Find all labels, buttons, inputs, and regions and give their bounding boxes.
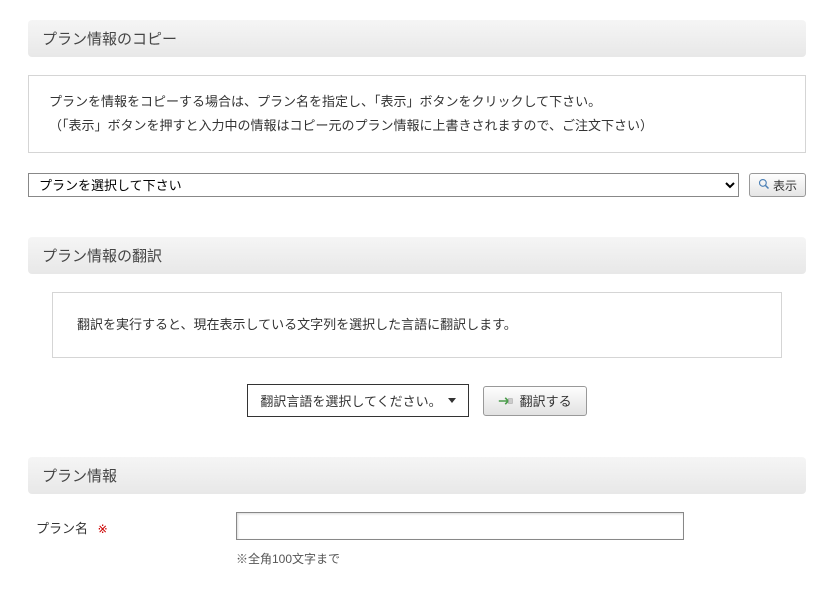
section-header-translate: プラン情報の翻訳 [28, 237, 806, 274]
copy-info-line2: （「表示」ボタンを押すと入力中の情報はコピー元のプラン情報に上書きされますので、… [49, 114, 785, 138]
translate-info-text: 翻訳を実行すると、現在表示している文字列を選択した言語に翻訳します。 [77, 317, 517, 332]
display-button[interactable]: 表示 [749, 173, 806, 197]
plan-name-label: プラン名 ※ [36, 512, 236, 537]
translate-select-label: 翻訳言語を選択してください。 [260, 391, 441, 410]
copy-info-box: プランを情報をコピーする場合は、プラン名を指定し、「表示」ボタンをクリックして下… [28, 75, 806, 153]
plan-name-label-text: プラン名 [36, 521, 88, 536]
display-button-label: 表示 [773, 177, 797, 194]
plan-select[interactable]: プランを選択して下さい [28, 173, 739, 197]
translate-language-select[interactable]: 翻訳言語を選択してください。 [247, 384, 468, 417]
plan-name-input[interactable] [236, 512, 684, 540]
translate-button-label: 翻訳する [520, 391, 572, 410]
translate-info-box: 翻訳を実行すると、現在表示している文字列を選択した言語に翻訳します。 [52, 292, 782, 358]
arrow-right-icon [498, 395, 514, 407]
required-mark: ※ [98, 522, 108, 536]
copy-info-line1: プランを情報をコピーする場合は、プラン名を指定し、「表示」ボタンをクリックして下… [49, 90, 785, 114]
magnifier-icon [758, 178, 770, 193]
section-header-copy: プラン情報のコピー [28, 20, 806, 57]
translate-button[interactable]: 翻訳する [483, 386, 587, 416]
plan-name-note: ※全角100文字まで [236, 550, 798, 567]
chevron-down-icon [448, 398, 456, 403]
plan-name-row: プラン名 ※ ※全角100文字まで [28, 512, 806, 567]
section-header-plan: プラン情報 [28, 457, 806, 494]
